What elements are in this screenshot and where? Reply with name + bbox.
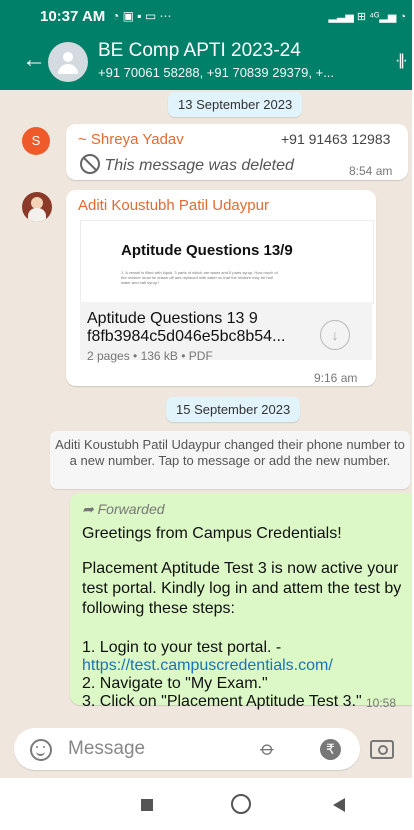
chat-header: ← BE Comp APTI 2023-24 +91 70061 58288, … [0,34,412,90]
aditi-avatar[interactable] [22,192,52,222]
deleted-message-bubble[interactable]: ~ Shreya Yadav +91 91463 12983 This mess… [66,124,408,180]
message-step-1: 1. Login to your test portal. - [82,639,282,656]
chat-subtitle[interactable]: +91 70061 58288, +91 70839 29379, +... [98,65,334,80]
message-time: 8:54 am [349,164,393,178]
payment-icon[interactable]: ₹ [320,739,341,760]
android-navigation-bar [0,778,412,830]
back-arrow-icon[interactable]: ← [22,46,46,74]
recent-apps-icon[interactable] [141,799,153,811]
forwarded-label: ➦ Forwarded [82,501,165,517]
system-message[interactable]: Aditi Koustubh Patil Udaypur changed the… [50,431,410,489]
date-separator-13-sep: 13 September 2023 [168,92,303,117]
pdf-preview-title: Aptitude Questions 13/9 [121,242,293,259]
group-avatar-icon[interactable] [48,42,88,82]
message-step-2: 2. Navigate to "My Exam." [82,675,268,692]
file-meta: 2 pages • 136 kB • PDF [87,349,213,363]
message-input[interactable]: Message [68,738,145,760]
portal-link[interactable]: https://test.campuscredentials.com/ [82,656,333,676]
voice-call-icon[interactable]: ·||· [395,52,408,70]
back-icon[interactable] [333,798,345,812]
file-title: Aptitude Questions 13 9 f8fb3984c5d046e5… [87,310,286,345]
avatar-letter: S [31,133,41,148]
chat-title[interactable]: BE Comp APTI 2023-24 [98,40,301,62]
status-time: 10:37 AM [40,8,106,25]
message-time: 9:16 am [314,371,358,385]
attach-icon[interactable]: ⌀ [255,735,281,761]
deleted-icon [80,154,100,174]
whatsapp-chat-screen: 10:37 AM ◔ ▣ ▪ ▭ ⋯ ▂▃▅ ⊞ ⁴ᴳ▂▅ ◔ ← BE Com… [0,0,412,830]
forwarded-message-bubble[interactable]: ➦ Forwarded Greetings from Campus Creden… [70,493,412,710]
sender-name[interactable]: Aditi Koustubh Patil Udaypur [78,197,269,214]
sender-phone: +91 91463 12983 [281,131,391,147]
pdf-message-bubble[interactable]: Aditi Koustubh Patil Udaypur Aptitude Qu… [66,190,376,386]
emoji-icon[interactable] [30,739,52,761]
pdf-file-info[interactable]: Aptitude Questions 13 9 f8fb3984c5d046e5… [80,302,372,363]
message-step-3: 3. Click on "Placement Aptitude Test 3." [82,693,362,710]
date-separator-15-sep: 15 September 2023 [166,397,301,422]
sender-name[interactable]: ~ Shreya Yadav [78,131,184,148]
notification-icons: ◔ ▣ ▪ ▭ ⋯ [112,9,172,23]
deleted-message-text: This message was deleted [80,154,294,175]
message-time: 10:58 [366,696,397,710]
message-greeting: Greetings from Campus Credentials! [82,525,342,542]
pdf-preview[interactable]: Aptitude Questions 13/9 1. A vessel is f… [80,220,374,304]
status-bar: 10:37 AM ◔ ▣ ▪ ▭ ⋯ ▂▃▅ ⊞ ⁴ᴳ▂▅ ◔ [0,0,412,34]
camera-icon[interactable] [370,740,394,759]
message-body: Placement Aptitude Test 3 is now active … [82,560,402,617]
shreya-avatar[interactable]: S [22,127,50,155]
pdf-preview-body: 1. A vessel is filled with liquid, 3 par… [121,270,278,285]
date-label: 13 September 2023 [178,97,293,112]
message-composer[interactable]: Message ⌀ ₹ [14,728,394,770]
date-label: 15 September 2023 [176,402,291,417]
signal-battery-icons: ▂▃▅ ⊞ ⁴ᴳ▂▅ ◔ [328,11,406,23]
download-icon[interactable]: ↓ [320,320,350,350]
home-icon[interactable] [231,794,251,814]
